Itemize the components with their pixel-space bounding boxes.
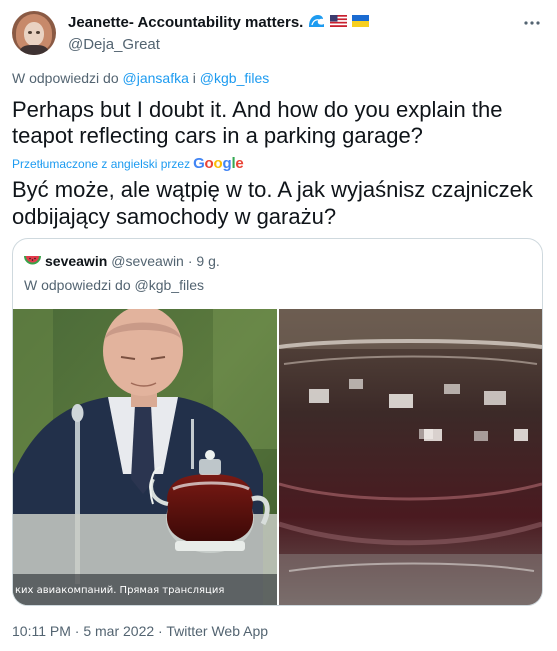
reply-separator: i xyxy=(192,70,196,86)
media-photo-person-with-teapot[interactable]: ких авиакомпаний. Прямая трансляция xyxy=(13,309,277,605)
quoted-time[interactable]: · 9 g. xyxy=(188,253,220,269)
quoted-media[interactable]: ких авиакомпаний. Прямая трансляция xyxy=(13,309,542,605)
quoted-handle[interactable]: @seveawin xyxy=(111,253,184,269)
tweet-text: Perhaps but I doubt it. And how do you e… xyxy=(12,97,503,148)
tweet-timestamp[interactable]: 10:11 PM · 5 mar 2022 · Twitter Web App xyxy=(12,623,268,639)
ukraine-flag-icon xyxy=(352,14,370,31)
reply-user-link[interactable]: @kgb_files xyxy=(200,70,269,86)
us-flag-icon xyxy=(330,14,348,31)
wave-icon xyxy=(308,13,325,32)
quoted-tweet-header: seveawin @seveawin · 9 g. xyxy=(24,253,220,269)
translated-text: Być może, ale wątpię w to. A jak wyjaśni… xyxy=(12,177,533,229)
quoted-reply-context: W odpowiedzi do @kgb_files xyxy=(24,277,204,293)
more-options-button[interactable] xyxy=(521,12,543,34)
google-logo: Google xyxy=(193,155,244,172)
translation-attribution[interactable]: Przetłumaczone z angielski przez Google xyxy=(12,155,244,172)
author-display-name-row[interactable]: Jeanette- Accountability matters. xyxy=(68,13,370,32)
author-handle[interactable]: @Deja_Great xyxy=(68,36,369,53)
quoted-display-name[interactable]: seveawin xyxy=(45,253,107,269)
author-avatar[interactable] xyxy=(12,11,56,55)
quoted-tweet[interactable]: seveawin @seveawin · 9 g. W odpowiedzi d… xyxy=(12,238,543,606)
author-display-name[interactable]: Jeanette- Accountability matters. xyxy=(68,14,303,31)
reply-user-link[interactable]: @jansafka xyxy=(123,70,189,86)
watermelon-icon xyxy=(24,253,41,269)
quoted-reply-user: @kgb_files xyxy=(134,277,204,293)
quoted-reply-prefix: W odpowiedzi do xyxy=(24,277,131,293)
translation-label: Przetłumaczone z angielski przez xyxy=(12,156,191,171)
media-photo-teapot-closeup[interactable] xyxy=(279,309,542,605)
author-names: Jeanette- Accountability matters. @Deja_… xyxy=(68,13,370,53)
reply-prefix: W odpowiedzi do xyxy=(12,70,119,86)
more-horizontal-icon xyxy=(524,21,540,25)
tweet-header: Jeanette- Accountability matters. @Deja_… xyxy=(12,10,545,60)
video-caption: ких авиакомпаний. Прямая трансляция xyxy=(15,585,225,596)
reply-context: W odpowiedzi do @jansafka i @kgb_files xyxy=(12,70,269,86)
